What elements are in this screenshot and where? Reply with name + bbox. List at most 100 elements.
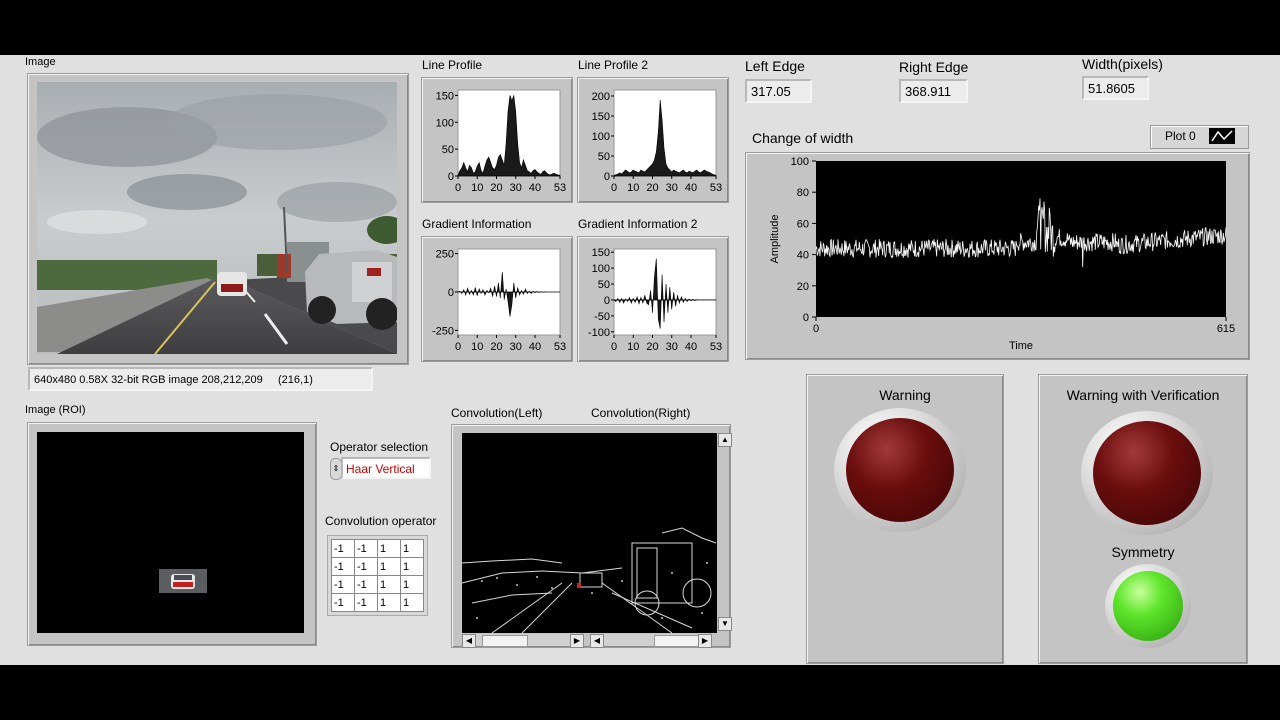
y-tick-label: -100 <box>588 327 610 339</box>
x-tick-label: 10 <box>627 182 639 194</box>
x-tick-label: 53 <box>710 341 722 353</box>
x-tick-label: 0 <box>611 341 617 353</box>
symmetry-led-bezel <box>1105 564 1191 648</box>
verification-led-bezel <box>1081 411 1213 535</box>
image-frame <box>27 73 409 365</box>
edge-map <box>462 527 717 633</box>
scroll-thumb[interactable] <box>482 635 528 647</box>
matrix-cell[interactable]: -1 <box>354 575 378 594</box>
line-profile-chart: 150 100 50 00 10 20 30 40 53 <box>436 89 566 194</box>
scroll-right-button[interactable]: ▶ <box>570 634 584 648</box>
x-tick-label: 20 <box>646 182 658 194</box>
line-profile-frame: 150 100 50 0 0 10 20 30 40 53 <box>421 77 573 203</box>
y-tick-label: 100 <box>592 263 610 275</box>
y-tick-label: 0 <box>604 171 610 183</box>
matrix-cell[interactable]: -1 <box>331 593 355 612</box>
x-tick-label: 20 <box>490 182 502 194</box>
matrix-cell[interactable]: 1 <box>377 593 401 612</box>
y-tick-label: 50 <box>598 279 610 291</box>
width-chart: 100 80 60 40 20 00 615 Time Amplitude <box>769 156 1235 352</box>
chart-title: Gradient Information 2 <box>578 217 698 231</box>
matrix-cell[interactable]: -1 <box>331 557 355 576</box>
width-chart-frame: 100 80 60 40 20 0 0 615 Time Amplitude <box>745 152 1250 360</box>
width-label: Width(pixels) <box>1082 56 1163 72</box>
matrix-cell[interactable]: 1 <box>400 557 424 576</box>
verification-panel: Warning with Verification Symmetry <box>1038 374 1248 664</box>
width-value: 51.8605 <box>1082 76 1149 100</box>
warning-label: Warning <box>879 387 931 403</box>
conv-right-label: Convolution(Right) <box>591 406 691 420</box>
image-info-bar: 640x480 0.58X 32-bit RGB image 208,212,2… <box>28 367 373 391</box>
conv-left-label: Convolution(Left) <box>451 406 543 420</box>
x-tick-label: 0 <box>813 323 819 335</box>
conv-operator-label: Convolution operator <box>325 514 437 528</box>
y-tick-label: 20 <box>797 281 809 293</box>
x-tick-label: 53 <box>554 341 566 353</box>
matrix-cell[interactable]: 1 <box>377 539 401 558</box>
right-edge-value: 368.911 <box>899 79 968 103</box>
conv-operator-matrix[interactable]: -1 -1 1 1 -1 -1 1 1 -1 -1 1 1 -1 -1 1 1 <box>327 535 428 616</box>
image-title: Image <box>25 56 56 68</box>
roi-vehicle <box>159 569 207 593</box>
warning-led[interactable] <box>846 418 954 522</box>
matrix-cell[interactable]: 1 <box>400 593 424 612</box>
matrix-cell[interactable]: 1 <box>400 575 424 594</box>
y-tick-label: 80 <box>797 187 809 199</box>
x-tick-label: 30 <box>510 341 522 353</box>
plot-area <box>613 248 717 336</box>
verification-led[interactable] <box>1093 421 1201 525</box>
x-tick-label: 40 <box>529 182 541 194</box>
matrix-cell[interactable]: -1 <box>331 575 355 594</box>
matrix-cell[interactable]: -1 <box>354 539 378 558</box>
matrix-cell[interactable]: 1 <box>377 557 401 576</box>
warning-led-bezel <box>834 408 966 532</box>
x-tick-label: 53 <box>554 182 566 194</box>
y-tick-label: 150 <box>436 90 454 102</box>
gradient-chart: 2500-2500 10 20 30 40 53 <box>432 248 566 353</box>
y-tick-label: 150 <box>592 247 610 259</box>
x-tick-label: 40 <box>685 341 697 353</box>
scroll-right-button[interactable]: ▶ <box>698 634 712 648</box>
roi-title: Image (ROI) <box>25 404 86 416</box>
conv-image[interactable] <box>462 433 717 633</box>
y-tick-label: 0 <box>448 287 454 299</box>
scroll-left-button[interactable]: ◀ <box>462 634 476 648</box>
y-tick-label: 150 <box>592 111 610 123</box>
y-tick-label: 60 <box>797 218 809 230</box>
left-edge-value: 317.05 <box>745 79 812 103</box>
matrix-cell[interactable]: -1 <box>331 539 355 558</box>
scroll-thumb[interactable] <box>654 635 700 647</box>
matrix-cell[interactable]: 1 <box>400 539 424 558</box>
symmetry-led[interactable] <box>1113 571 1183 641</box>
y-tick-label: 50 <box>598 151 610 163</box>
x-tick-label: 30 <box>510 182 522 194</box>
line-style-icon <box>1209 128 1235 144</box>
line-profile-2-chart: 200 150 100 50 00 10 20 30 40 53 <box>592 89 722 194</box>
y-tick-label: 0 <box>803 312 809 324</box>
right-edge-label: Right Edge <box>899 59 969 75</box>
roi-image[interactable] <box>37 432 304 633</box>
gradient-2-chart: 150100500-50-1000 10 20 30 40 53 <box>588 247 722 353</box>
scroll-up-button[interactable]: ▲ <box>718 433 732 447</box>
y-tick-label: 0 <box>604 295 610 307</box>
plot-legend[interactable]: Plot 0 <box>1150 125 1249 149</box>
x-tick-label: 20 <box>646 341 658 353</box>
symmetry-label: Symmetry <box>1111 544 1175 560</box>
y-axis-label: Amplitude <box>769 215 781 264</box>
x-axis-label: Time <box>1009 340 1033 352</box>
scroll-left-button[interactable]: ◀ <box>590 634 604 648</box>
operator-select[interactable]: Haar Vertical <box>341 457 431 479</box>
horizontal-scrollbar-right[interactable]: ◀ ▶ <box>590 634 712 648</box>
y-tick-label: -250 <box>432 325 454 337</box>
verification-label: Warning with Verification <box>1066 387 1220 403</box>
scroll-down-button[interactable]: ▼ <box>718 617 732 631</box>
x-tick-label: 0 <box>455 341 461 353</box>
warning-panel: Warning <box>806 374 1004 664</box>
camera-image[interactable] <box>37 82 397 354</box>
matrix-cell[interactable]: 1 <box>377 575 401 594</box>
matrix-cell[interactable]: -1 <box>354 557 378 576</box>
horizontal-scrollbar-left[interactable]: ◀ ▶ <box>462 634 584 648</box>
y-tick-label: 100 <box>791 156 809 168</box>
roi-frame <box>27 422 317 646</box>
matrix-cell[interactable]: -1 <box>354 593 378 612</box>
